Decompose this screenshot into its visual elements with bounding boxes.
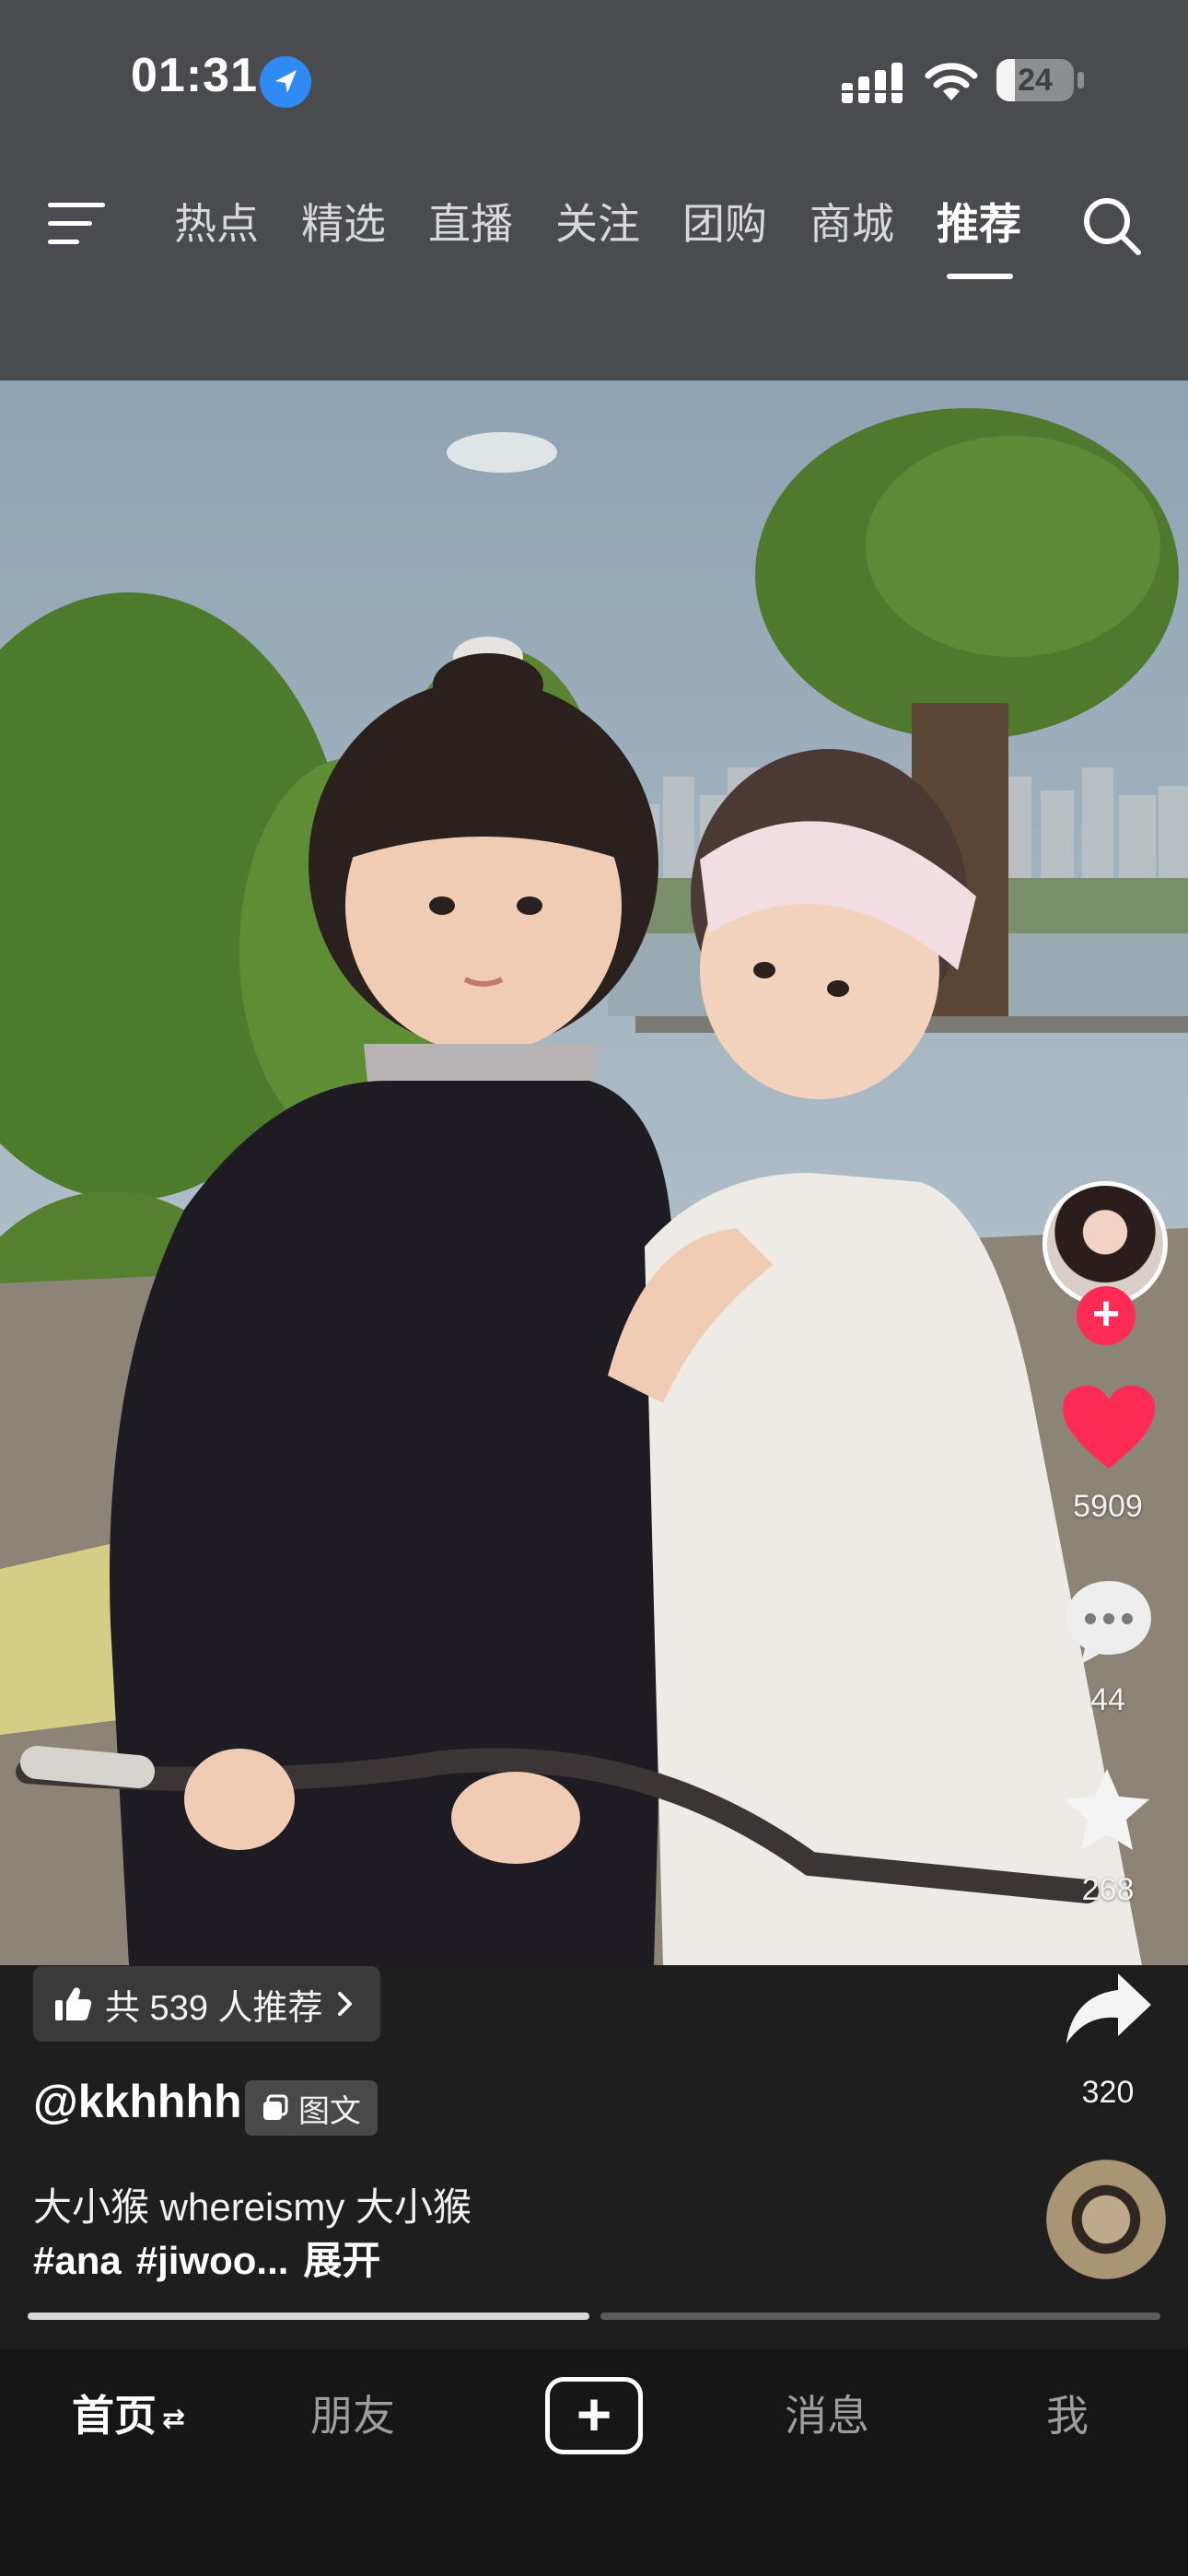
image-post-icon — [263, 2094, 288, 2120]
follow-button[interactable]: + — [1077, 1286, 1136, 1345]
location-arrow-icon — [260, 56, 311, 108]
active-tab-indicator — [947, 274, 1013, 279]
hashtag[interactable]: #jiwoo... — [136, 2239, 289, 2282]
author-handle[interactable]: @kkhhhh — [33, 2075, 242, 2128]
battery-icon: 24 — [996, 59, 1085, 103]
tab-following[interactable]: 关注 — [555, 193, 640, 254]
tab-home[interactable]: 首页 ⇄ — [72, 2388, 185, 2447]
post-type-label: 图文 — [298, 2093, 361, 2129]
post-description: 大小猴 whereismy 大小猴 — [33, 2185, 472, 2229]
chevron-right-icon — [337, 1992, 352, 2016]
comment-count: 44 — [1090, 1682, 1125, 1717]
swap-icon: ⇄ — [162, 2403, 186, 2434]
expand-button[interactable]: 展开 — [303, 2239, 380, 2282]
share-count: 320 — [1081, 2075, 1135, 2110]
top-nav: 热点 精选 直播 关注 团购 商城 推荐 — [0, 193, 1188, 258]
search-icon[interactable] — [1079, 193, 1146, 260]
music-disc-icon[interactable] — [1046, 2160, 1166, 2279]
favorite-star-icon[interactable] — [1063, 1767, 1151, 1856]
post-tags: #ana #jiwoo... 展开 — [33, 2230, 395, 2286]
wifi-icon — [925, 58, 978, 102]
post-type-badge: 图文 — [245, 2080, 378, 2136]
like-count: 5909 — [1073, 1489, 1143, 1524]
tab-mall[interactable]: 商城 — [809, 193, 894, 254]
tab-featured[interactable]: 精选 — [301, 193, 386, 254]
tab-me[interactable]: 我 — [1046, 2388, 1089, 2443]
status-time: 01:31 — [131, 49, 258, 102]
hashtag[interactable]: #ana — [33, 2239, 122, 2282]
create-button[interactable]: + — [545, 2377, 643, 2454]
tab-hot[interactable]: 热点 — [174, 193, 259, 254]
tab-messages[interactable]: 消息 — [785, 2388, 869, 2443]
comment-icon[interactable] — [1063, 1577, 1155, 1670]
tab-recommend[interactable]: 推荐 — [937, 193, 1021, 254]
tab-group-buy[interactable]: 团购 — [682, 193, 767, 254]
post-photo[interactable] — [0, 381, 1188, 1965]
cellular-signal-icon — [842, 63, 906, 103]
tab-live[interactable]: 直播 — [428, 193, 513, 254]
image-progress-1 — [28, 2313, 589, 2320]
like-heart-icon[interactable] — [1061, 1384, 1157, 1475]
favorite-count: 268 — [1081, 1872, 1135, 1907]
tab-friends[interactable]: 朋友 — [310, 2388, 395, 2443]
recommend-count-pill[interactable]: 共 539 人推荐 — [33, 1966, 380, 2042]
recommend-count-text: 共 539 人推荐 — [105, 1988, 323, 2028]
image-progress-2 — [600, 2313, 1160, 2320]
share-arrow-icon[interactable] — [1065, 1972, 1153, 2050]
battery-level: 24 — [1018, 63, 1053, 98]
tab-home-label: 首页 — [72, 2392, 157, 2440]
thumbs-up-icon — [55, 1987, 92, 2020]
